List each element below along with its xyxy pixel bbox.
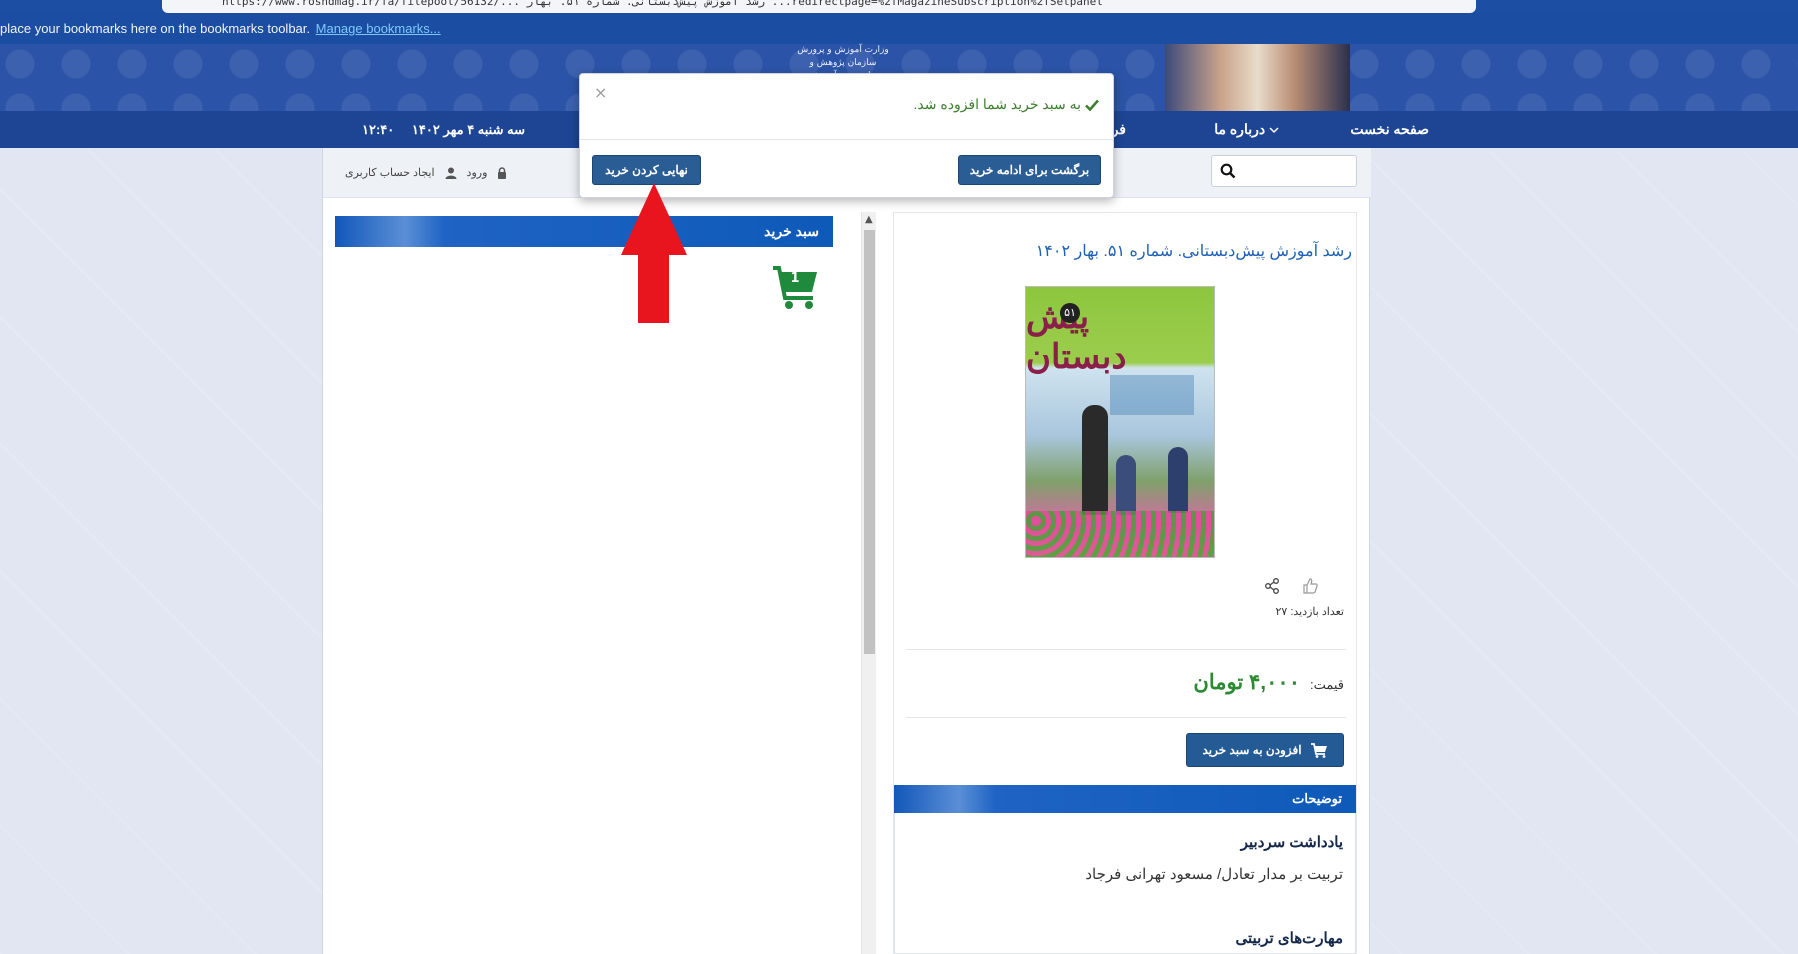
checkmark-icon	[1085, 99, 1099, 111]
cover-figure-woman	[1082, 405, 1108, 515]
scroll-up-icon[interactable]: ▲	[865, 214, 873, 225]
divider	[906, 649, 1346, 650]
manage-bookmarks-link[interactable]: Manage bookmarks...	[316, 21, 441, 36]
description-header: توضیحات	[894, 785, 1356, 813]
lock-icon	[498, 166, 507, 179]
banner-photo	[1165, 44, 1350, 111]
register-link[interactable]: ایجاد حساب کاربری	[345, 166, 435, 179]
product-actions	[1264, 578, 1318, 594]
login-link[interactable]: ورود	[467, 166, 488, 179]
price-value: ۴,۰۰۰ تومان	[1193, 671, 1300, 694]
modal-divider	[580, 139, 1113, 140]
add-to-cart-label: افزودن به سبد خرید	[1202, 743, 1302, 757]
product-title[interactable]: رشد آموزش پیش‌دبستانی. شماره ۵۱. بهار ۱۴…	[1036, 241, 1352, 261]
nav-home[interactable]: صفحه نخست	[1350, 111, 1429, 148]
cart-header: سبد خرید	[335, 216, 833, 247]
scrollbar[interactable]: ▲	[861, 212, 876, 954]
url-bar[interactable]: https://www.roshdmag.ir/fa/filepool/5613…	[162, 0, 1476, 13]
cart-panel: سبد خرید 1	[335, 216, 833, 954]
red-arrow-annotation-icon	[621, 183, 687, 323]
cart-count-badge: 1	[790, 271, 800, 286]
price-label: قیمت:	[1309, 677, 1344, 692]
magazine-cover-image[interactable]: پیش دبستان ۵۱	[1025, 286, 1215, 558]
account-links: ایجاد حساب کاربری ورود	[345, 166, 507, 179]
product-panel: رشد آموزش پیش‌دبستانی. شماره ۵۱. بهار ۱۴…	[893, 212, 1357, 954]
scrollbar-thumb[interactable]	[864, 230, 875, 654]
finalize-purchase-button[interactable]: نهایی کردن خرید	[592, 155, 701, 185]
nav-time: ۱۲:۴۰	[362, 122, 395, 137]
nav-about-label: درباره ما	[1214, 121, 1266, 137]
bookmarks-hint: place your bookmarks here on the bookmar…	[0, 21, 311, 36]
add-to-cart-button[interactable]: افزودن به سبد خرید	[1186, 733, 1344, 767]
close-icon[interactable]: ×	[594, 83, 607, 102]
chevron-down-icon	[1269, 127, 1279, 134]
shopping-cart-icon	[773, 266, 817, 309]
added-to-cart-modal: × به سبد خرید شما افزوده شد. برگشت برای …	[579, 73, 1114, 198]
share-icon[interactable]	[1264, 578, 1280, 594]
cover-issue-number: ۵۱	[1060, 303, 1080, 323]
description-heading: مهارت‌های تربیتی	[1235, 930, 1343, 947]
modal-message-text: به سبد خرید شما افزوده شد.	[913, 96, 1081, 112]
nav-date: سه شنبه ۴ مهر ۱۴۰۲	[411, 122, 525, 137]
cart-icon	[1310, 743, 1327, 758]
visit-count: تعداد بازدید: ۲۷	[1275, 605, 1344, 618]
cart-widget[interactable]: 1	[771, 262, 821, 312]
visit-count-label: تعداد بازدید:	[1290, 606, 1344, 618]
search-icon[interactable]	[1220, 163, 1236, 179]
continue-shopping-button[interactable]: برگشت برای ادامه خرید	[958, 155, 1101, 185]
description-heading: یادداشت سردبیر	[1240, 834, 1343, 851]
user-icon	[445, 167, 457, 179]
modal-success-message: به سبد خرید شما افزوده شد.	[914, 96, 1099, 113]
nav-about[interactable]: درباره ما	[1214, 111, 1287, 148]
nav-datetime: سه شنبه ۴ مهر ۱۴۰۲ ۱۲:۴۰	[362, 111, 525, 148]
description-paragraph: تربیت بر مدار تعادل/ مسعود تهرانی فرجاد	[1085, 866, 1343, 883]
cover-text-box	[1110, 375, 1194, 415]
bookmarks-toolbar: place your bookmarks here on the bookmar…	[0, 14, 1798, 44]
logo-line-1: وزارت آموزش و پرورش	[797, 45, 889, 55]
ministry-logo: وزارت آموزش و پرورش سازمان پژوهش و برنام…	[788, 44, 898, 81]
cover-figure-child	[1116, 455, 1136, 515]
divider	[906, 717, 1346, 718]
cover-flowers	[1026, 511, 1214, 557]
search-input[interactable]	[1211, 155, 1357, 187]
like-icon[interactable]	[1302, 578, 1318, 594]
description-body: یادداشت سردبیر تربیت بر مدار تعادل/ مسعو…	[894, 813, 1356, 954]
cover-figure-child	[1168, 447, 1188, 513]
cover-title: پیش دبستان	[1026, 297, 1127, 377]
visit-count-value: ۲۷	[1275, 606, 1288, 618]
price-row: قیمت: ۴,۰۰۰ تومان	[1193, 670, 1344, 695]
main-container: ایجاد حساب کاربری ورود سبد خرید 1 ▲ رشد …	[322, 148, 1371, 954]
